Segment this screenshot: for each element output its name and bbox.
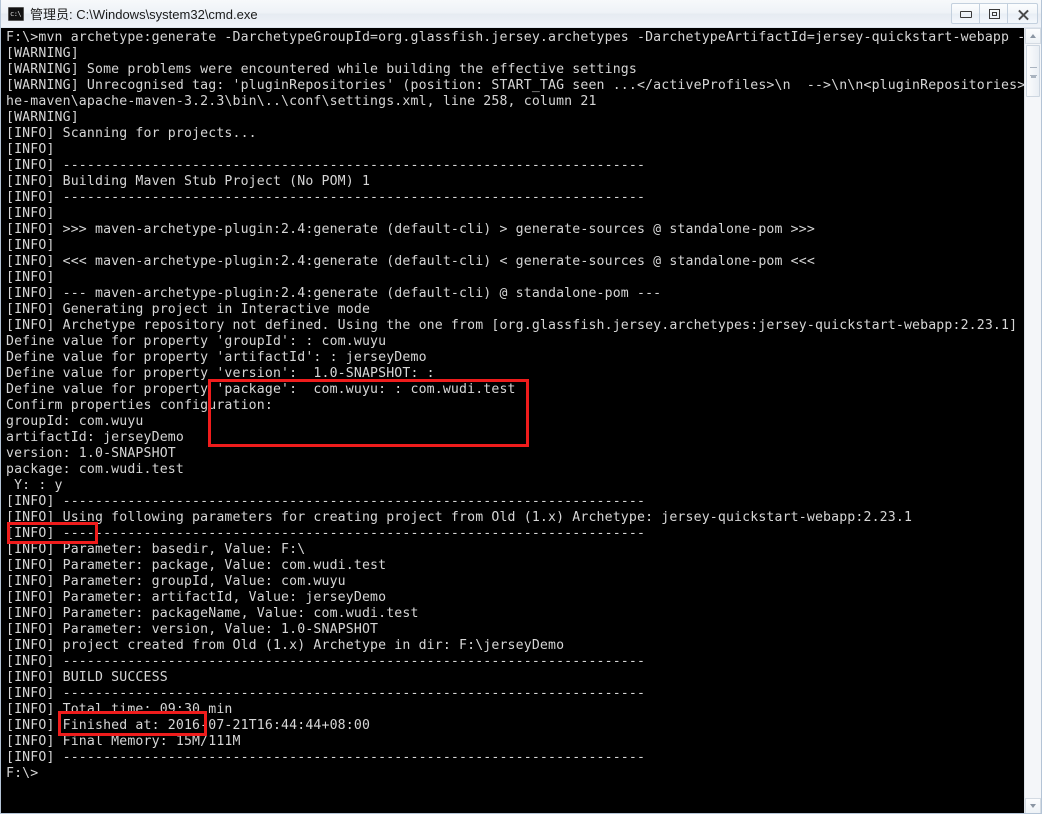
chevron-up-icon	[1030, 34, 1036, 38]
scrollbar-track[interactable]	[1025, 44, 1041, 798]
minimize-button[interactable]	[951, 3, 980, 24]
console-line: [WARNING] Unrecognised tag: 'pluginRepos…	[6, 78, 1024, 93]
console-line: [INFO] Archetype repository not defined.…	[6, 318, 1024, 333]
console-line: [INFO] project created from Old (1.x) Ar…	[6, 638, 565, 653]
console-line: [WARNING]	[6, 110, 79, 125]
console-line: [INFO] ---------------------------------…	[6, 494, 646, 509]
console-line: [INFO] ---------------------------------…	[6, 190, 646, 205]
console-line: [INFO] Final Memory: 15M/111M	[6, 734, 241, 749]
console-line: [WARNING]	[6, 46, 79, 61]
chevron-down-icon	[1030, 804, 1036, 808]
console-line: [INFO] Total time: 09:30 min	[6, 702, 233, 717]
console-line: [INFO] Parameter: version, Value: 1.0-SN…	[6, 622, 379, 637]
console-line: [INFO] Using following parameters for cr…	[6, 510, 913, 525]
console-line: [INFO] <<< maven-archetype-plugin:2.4:ge…	[6, 254, 815, 269]
console-line: package: com.wudi.test	[6, 462, 184, 477]
console-line: [INFO] ---------------------------------…	[6, 158, 646, 173]
console-line: Define value for property 'package': com…	[6, 382, 516, 397]
console-line: groupId: com.wuyu	[6, 414, 144, 429]
cmd-console-icon	[8, 6, 24, 21]
title-bar[interactable]: 管理员: C:\Windows\system32\cmd.exe	[1, 0, 1041, 28]
console-line: [INFO] Parameter: groupId, Value: com.wu…	[6, 574, 346, 589]
console-line: F:\>mvn archetype:generate -DarchetypeGr…	[6, 30, 1024, 45]
window-controls	[951, 3, 1038, 24]
console-line: Define value for property 'version': 1.0…	[6, 366, 435, 381]
console-line: [INFO] Parameter: basedir, Value: F:\	[6, 542, 306, 557]
console-line: [INFO] Parameter: packageName, Value: co…	[6, 606, 419, 621]
console-line: [INFO] Generating project in Interactive…	[6, 302, 371, 317]
console-scrollbar[interactable]	[1024, 28, 1041, 813]
console-line: [INFO] Scanning for projects...	[6, 126, 257, 141]
console-lines: F:\>mvn archetype:generate -DarchetypeGr…	[6, 30, 1024, 782]
console-line: [INFO]	[6, 206, 55, 221]
console-line: [INFO]	[6, 142, 55, 157]
console-line: [INFO] BUILD SUCCESS	[6, 670, 168, 685]
restore-icon	[989, 9, 1000, 19]
console-line: [INFO]	[6, 238, 55, 253]
console-line: Define value for property 'groupId': : c…	[6, 334, 387, 349]
console-line: [INFO] >>> maven-archetype-plugin:2.4:ge…	[6, 222, 815, 237]
cmd-window: 管理员: C:\Windows\system32\cmd.exe F:\>mvn…	[0, 0, 1042, 814]
scroll-down-arrow[interactable]	[1025, 798, 1041, 813]
scroll-thumb[interactable]	[1026, 45, 1040, 97]
close-button[interactable]	[1007, 3, 1038, 24]
console-line: version: 1.0-SNAPSHOT	[6, 446, 176, 461]
console-line: artifactId: jerseyDemo	[6, 430, 184, 445]
restore-button[interactable]	[979, 3, 1008, 24]
console-line: Confirm properties configuration:	[6, 398, 273, 413]
close-icon	[1008, 4, 1037, 23]
console-line: [INFO] Building Maven Stub Project (No P…	[6, 174, 371, 189]
console-line: [WARNING] Some problems were encountered…	[6, 62, 637, 77]
console-line: [INFO] Parameter: artifactId, Value: jer…	[6, 590, 387, 605]
console-line: [INFO] ---------------------------------…	[6, 750, 646, 765]
console-area: F:\>mvn archetype:generate -DarchetypeGr…	[1, 28, 1041, 813]
console-line: F:\>	[6, 766, 39, 781]
window-title: 管理员: C:\Windows\system32\cmd.exe	[30, 7, 258, 22]
console-line: [INFO] Parameter: package, Value: com.wu…	[6, 558, 387, 573]
console-line: [INFO] ---------------------------------…	[6, 526, 646, 541]
console-line: [INFO] --- maven-archetype-plugin:2.4:ge…	[6, 286, 662, 301]
scroll-up-arrow[interactable]	[1025, 28, 1041, 44]
title-bar-left: 管理员: C:\Windows\system32\cmd.exe	[8, 4, 951, 23]
console-line: Define value for property 'artifactId': …	[6, 350, 427, 365]
minimize-icon	[960, 11, 972, 18]
console-output[interactable]: F:\>mvn archetype:generate -DarchetypeGr…	[1, 28, 1024, 813]
console-line: Y: : y	[6, 478, 63, 493]
console-line: [INFO] ---------------------------------…	[6, 654, 646, 669]
console-line: [INFO]	[6, 270, 55, 285]
console-line: he-maven\apache-maven-3.2.3\bin\..\conf\…	[6, 94, 597, 109]
console-line: [INFO] Finished at: 2016-07-21T16:44:44+…	[6, 718, 371, 733]
console-line: [INFO] ---------------------------------…	[6, 686, 646, 701]
